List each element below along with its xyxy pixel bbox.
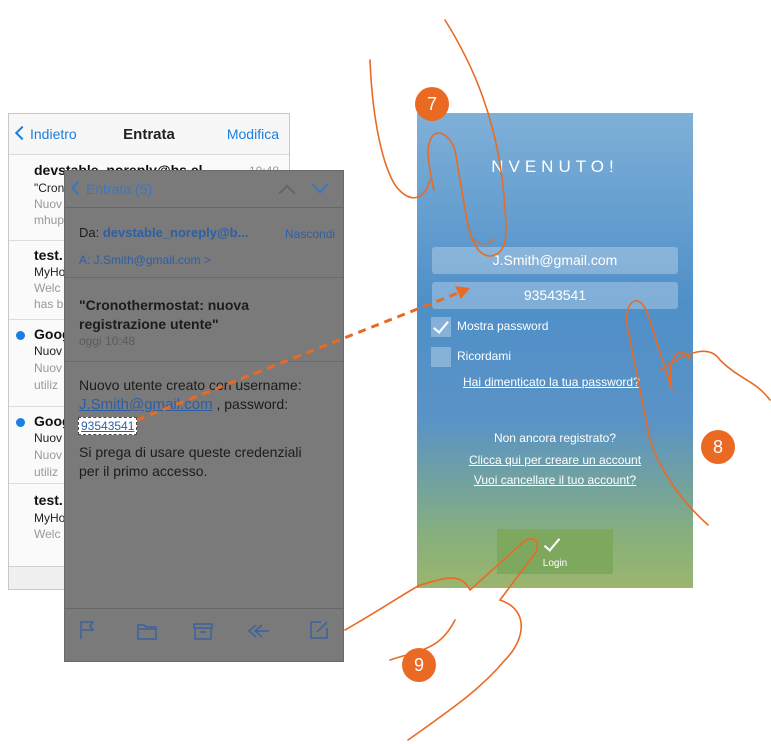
annotation-overlay bbox=[136, 19, 771, 741]
step-9-badge: 9 bbox=[402, 648, 436, 682]
step-7-badge: 7 bbox=[415, 87, 449, 121]
copy-arrow-head-icon bbox=[455, 286, 470, 299]
copy-arrow-line bbox=[136, 289, 464, 422]
pointing-hand-icon bbox=[344, 538, 539, 741]
pointing-hand-icon bbox=[626, 300, 771, 526]
step-8-badge: 8 bbox=[701, 430, 735, 464]
pointing-hand-icon bbox=[369, 19, 507, 257]
pointing-hand-icon bbox=[471, 237, 495, 245]
